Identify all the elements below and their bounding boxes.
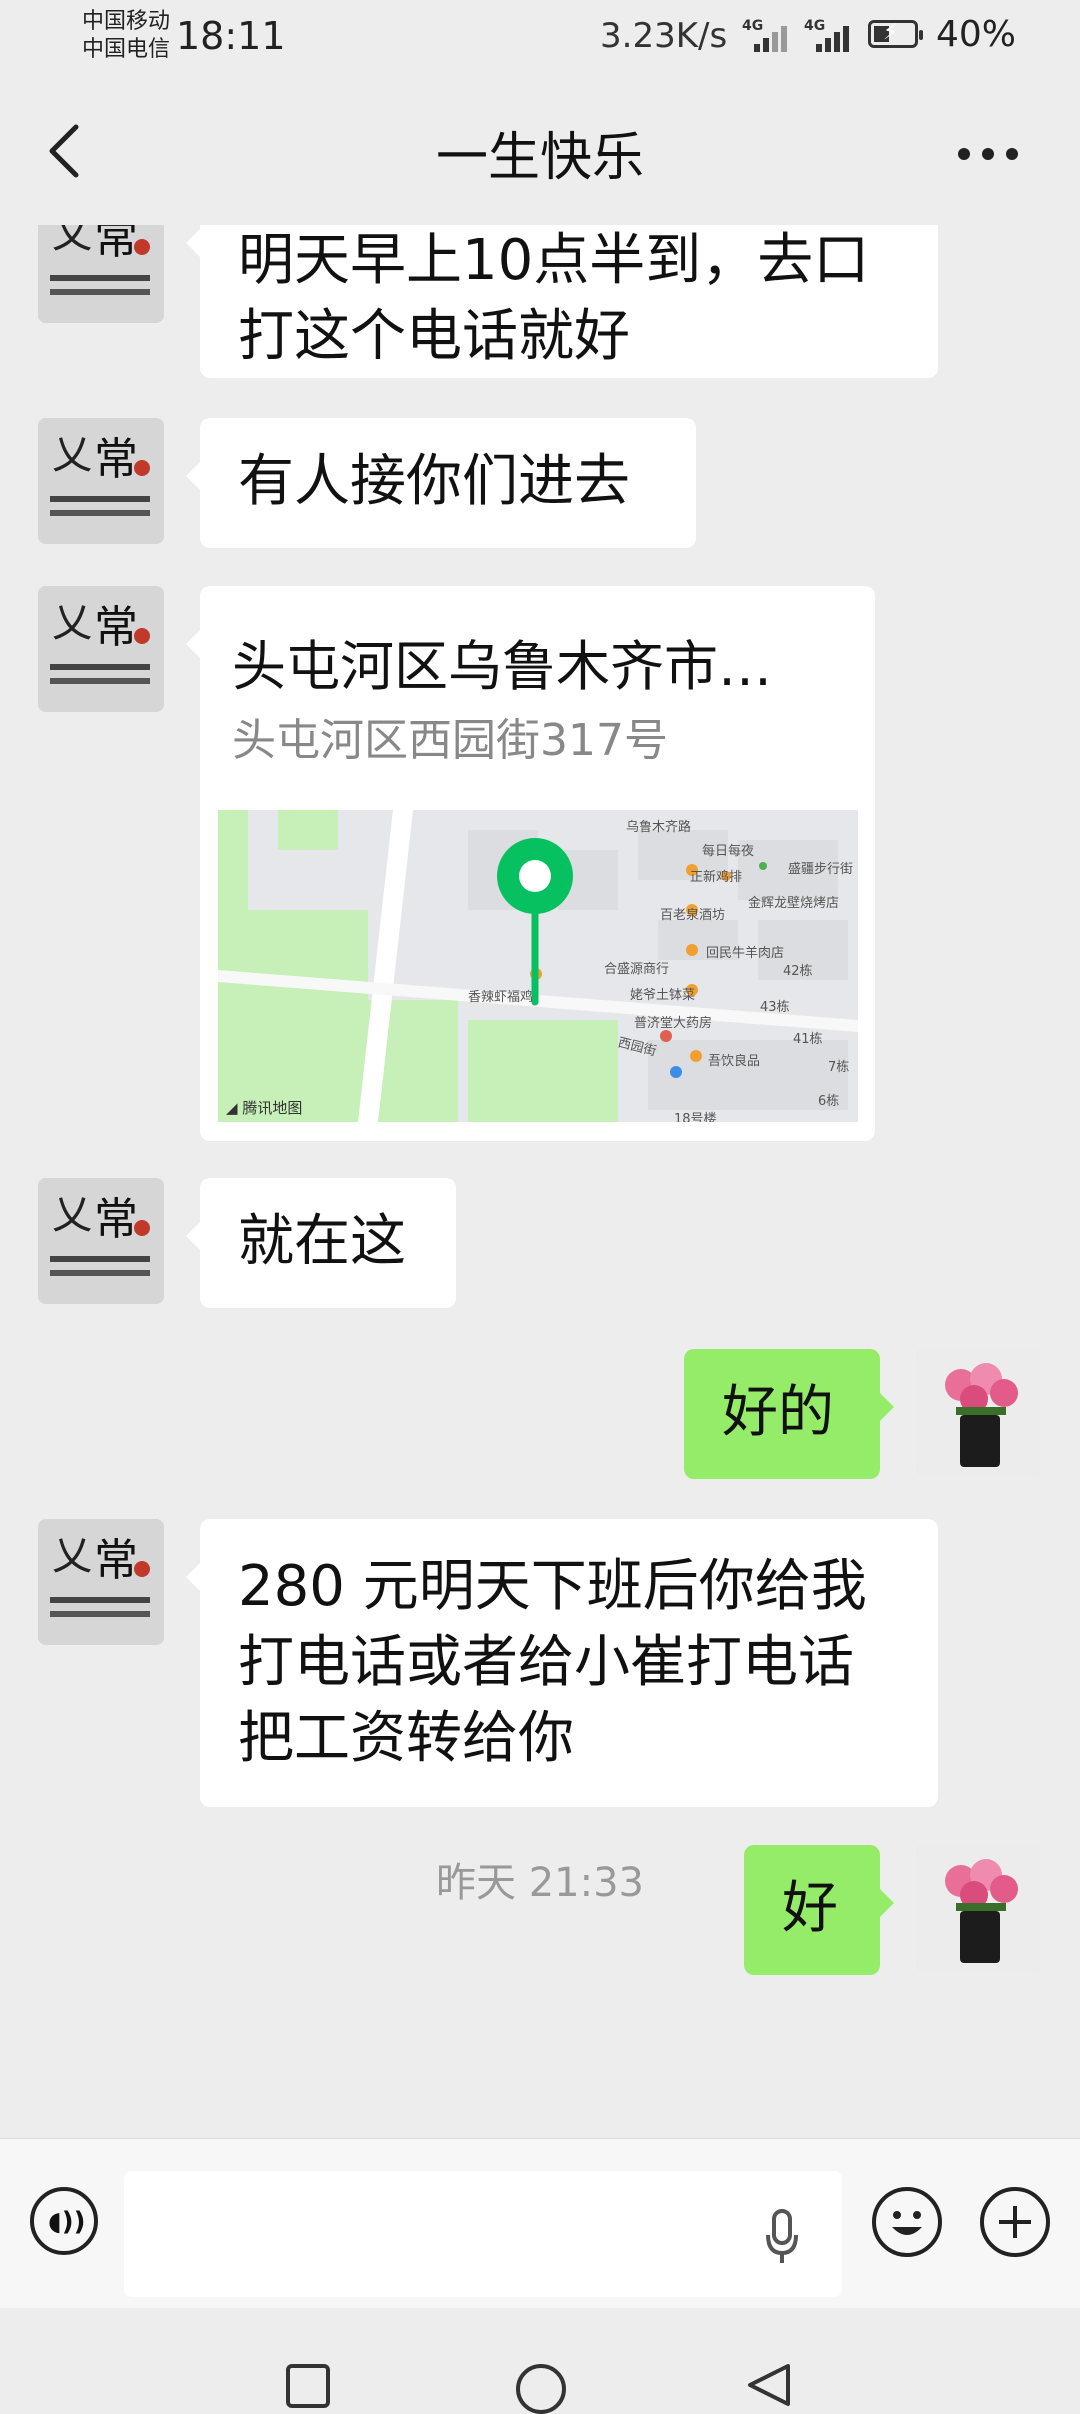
input-bar: ◖)): [0, 2138, 1080, 2309]
location-message-card[interactable]: 头屯河区乌鲁木齐市… 头屯河区西园街317号 乌鲁木齐路 每日每夜 盛疆步行街 …: [186, 586, 875, 1141]
contact-avatar[interactable]: 乂常: [38, 225, 164, 323]
svg-text:常: 常: [94, 1535, 138, 1586]
map-label: 41栋: [793, 1032, 823, 1047]
map-preview[interactable]: 乌鲁木齐路 每日每夜 盛疆步行街 正新鸡排 金辉龙壁烧烤店 百老泉酒坊 回民牛羊…: [218, 810, 858, 1122]
map-label: 普济堂大药房: [634, 1016, 713, 1031]
map-label: 香辣虾福鸡: [468, 990, 534, 1005]
map-label: 合盛源商行: [604, 962, 670, 977]
svg-text:乂: 乂: [52, 1533, 92, 1579]
smiley-icon[interactable]: [872, 2187, 942, 2257]
map-graphic: [218, 810, 858, 1122]
chat-title: 一生快乐: [435, 128, 644, 188]
message-timestamp: 昨天 21:33: [436, 1860, 644, 1906]
message-bubble[interactable]: 就在这: [186, 1178, 456, 1308]
message-bubble[interactable]: 明天早上10点半到，去口 打这个电话就好: [186, 225, 938, 378]
triangle-back-icon[interactable]: [744, 2360, 794, 2410]
map-label: 乌鲁木齐路: [626, 820, 692, 835]
contact-avatar[interactable]: 乂常: [38, 1178, 164, 1304]
svg-text:常: 常: [94, 434, 138, 485]
contact-avatar[interactable]: 乂常: [38, 1519, 164, 1645]
battery-icon: ⚡: [868, 20, 923, 48]
chat-header: 一生快乐: [0, 75, 1080, 225]
map-label: 吾饮良品: [708, 1054, 761, 1069]
map-label: 6栋: [818, 1094, 840, 1109]
message-text: 就在这: [238, 1209, 406, 1274]
svg-text:常: 常: [94, 1194, 138, 1245]
svg-text:常: 常: [94, 225, 138, 264]
map-label: 18号楼: [674, 1112, 717, 1122]
message-text: 好的: [722, 1380, 834, 1445]
message-text: 明天早上10点半到，去口 打这个电话就好: [238, 228, 870, 369]
system-nav-bar: [0, 2308, 1080, 2414]
message-bubble[interactable]: 有人接你们进去: [186, 418, 696, 548]
svg-text:常: 常: [94, 602, 138, 653]
svg-text:乂: 乂: [52, 1192, 92, 1238]
map-credit: ◢ 腾讯地图: [226, 1099, 303, 1117]
message-text: 280 元明天下班后你给我 打电话或者给小崔打电话 把工资转给你: [238, 1554, 867, 1771]
map-label: 7栋: [828, 1060, 850, 1075]
map-credit-text: 腾讯地图: [242, 1099, 303, 1117]
map-label: 姥爷土钵菜: [630, 988, 696, 1003]
map-label: 金辉龙壁烧烤店: [748, 896, 840, 911]
network-speed: 3.23K/s: [600, 16, 728, 56]
square-icon[interactable]: [286, 2364, 330, 2408]
my-avatar[interactable]: [916, 1349, 1042, 1475]
carriers: 中国移动 中国电信: [82, 8, 170, 64]
map-label: 盛疆步行街: [788, 862, 854, 877]
carrier-2: 中国电信: [82, 37, 171, 62]
contact-avatar[interactable]: 乂常: [38, 586, 164, 712]
more-dots-icon[interactable]: [958, 148, 1018, 162]
charging-bolt-icon: ⚡: [883, 20, 899, 45]
battery-percent: 40%: [936, 14, 1017, 55]
carrier-1: 中国移动: [82, 9, 171, 34]
circle-icon[interactable]: [516, 2364, 566, 2414]
map-label: 每日每夜: [702, 844, 755, 859]
microphone-icon[interactable]: [762, 2207, 802, 2267]
plus-circle-icon[interactable]: [980, 2187, 1050, 2257]
message-bubble-outgoing[interactable]: 好的: [684, 1349, 894, 1479]
status-time: 18:11: [176, 14, 286, 58]
message-input[interactable]: [124, 2171, 842, 2297]
map-label: 42栋: [783, 964, 813, 979]
message-bubble[interactable]: 280 元明天下班后你给我 打电话或者给小崔打电话 把工资转给你: [186, 1519, 938, 1807]
svg-text:乂: 乂: [52, 600, 92, 646]
svg-text:乂: 乂: [52, 432, 92, 478]
svg-text:乂: 乂: [52, 225, 92, 257]
status-bar: 中国移动 中国电信 18:11 3.23K/s 4G 4G ⚡ 40%: [0, 0, 1080, 75]
map-label: 43栋: [760, 1000, 790, 1015]
voice-wave-icon[interactable]: ◖)): [30, 2187, 98, 2255]
map-label: 百老泉酒坊: [660, 908, 726, 923]
contact-avatar[interactable]: 乂常: [38, 418, 164, 544]
location-title: 头屯河区乌鲁木齐市…: [232, 635, 772, 698]
location-address: 头屯河区西园街317号: [232, 715, 668, 766]
map-label: 正新鸡排: [690, 870, 743, 885]
message-text: 有人接你们进去: [238, 449, 630, 514]
map-label: 回民牛羊肉店: [706, 946, 785, 961]
